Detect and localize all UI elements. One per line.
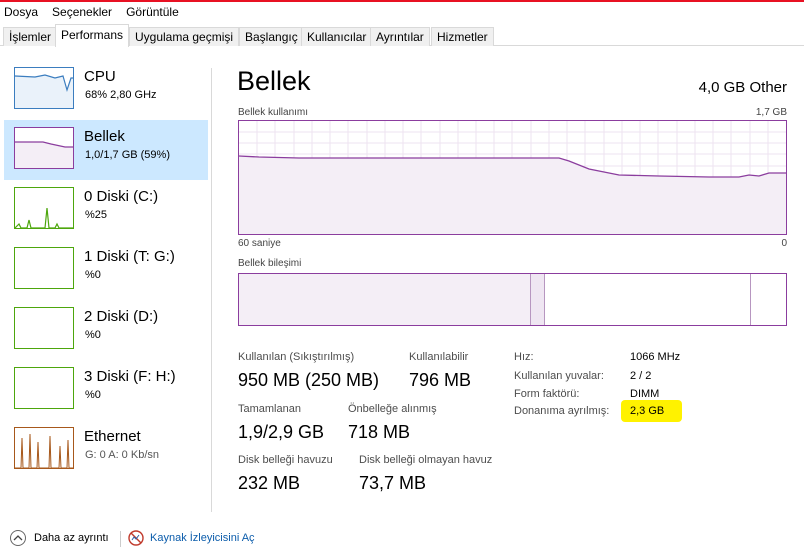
cpu-graph-icon	[14, 67, 74, 109]
available-value: 796 MB	[409, 370, 472, 390]
resource-monitor-label: Kaynak İzleyicisini Aç	[150, 532, 255, 544]
tab-app-history[interactable]: Uygulama geçmişi	[129, 27, 240, 46]
tab-bar: İşlemler Performans Uygulama geçmişi Baş…	[0, 24, 804, 47]
sidebar-item-sublabel: G: 0 A: 0 Kb/sn	[85, 449, 159, 461]
tab-details[interactable]: Ayrıntılar	[370, 27, 430, 46]
in-use-label: Kullanılan (Sıkıştırılmış)	[238, 351, 355, 363]
composition-in-use	[239, 274, 530, 325]
slots-label: Kullanılan yuvalar:	[514, 370, 604, 382]
sidebar-item-sublabel: %0	[85, 269, 101, 281]
nonpaged-pool-label: Disk belleği olmayan havuz	[359, 454, 493, 466]
sidebar-item-label: 2 Diski (D:)	[84, 308, 159, 325]
sidebar-item-label: 1 Diski (T: G:)	[84, 248, 175, 265]
hardware-reserved-label: Donanıma ayrılmış:	[514, 405, 610, 417]
network-graph-icon	[14, 427, 74, 469]
memory-graph-icon	[14, 127, 74, 169]
disk-graph-icon	[14, 247, 74, 289]
cached-value: 718 MB	[348, 422, 411, 442]
tab-processes[interactable]: İşlemler	[3, 27, 58, 46]
footer-divider	[120, 531, 121, 547]
disk-0-thumbnail	[15, 207, 73, 228]
composition-standby-divider	[750, 274, 751, 325]
composition-modified	[530, 274, 545, 325]
cpu-thumbnail	[15, 74, 73, 108]
sidebar-item-ethernet[interactable]: Ethernet G: 0 A: 0 Kb/sn	[4, 420, 208, 480]
page-title: Bellek	[237, 66, 311, 96]
fewer-details-button[interactable]: Daha az ayrıntı	[10, 530, 109, 546]
usage-graph-label: Bellek kullanımı	[238, 107, 309, 118]
menu-file[interactable]: Dosya	[4, 5, 38, 19]
sidebar-item-disk-3[interactable]: 3 Diski (F: H:) %0	[4, 360, 208, 420]
sidebar-divider	[211, 68, 212, 512]
menu-bar: Dosya Seçenekler Görüntüle	[0, 2, 804, 22]
disk-graph-icon	[14, 307, 74, 349]
time-axis-right: 0	[781, 238, 787, 249]
sidebar-item-memory[interactable]: Bellek 1,0/1,7 GB (59%)	[4, 120, 208, 180]
sidebar-item-label: 3 Diski (F: H:)	[84, 368, 176, 385]
paged-pool-value: 232 MB	[238, 473, 301, 493]
memory-thumbnail	[15, 141, 73, 168]
sidebar-item-cpu[interactable]: CPU 68% 2,80 GHz	[4, 60, 208, 120]
sidebar-item-sublabel: %25	[85, 209, 108, 221]
committed-value: 1,9/2,9 GB	[238, 422, 325, 442]
hardware-reserved-value: 2,3 GB	[630, 405, 665, 417]
ethernet-thumbnail	[15, 433, 73, 468]
tab-performance[interactable]: Performans	[55, 24, 130, 47]
available-label: Kullanılabilir	[409, 351, 469, 363]
in-use-value: 950 MB (250 MB)	[238, 370, 380, 390]
sidebar-item-disk-0[interactable]: 0 Diski (C:) %25	[4, 180, 208, 240]
speed-value: 1066 MHz	[630, 351, 681, 363]
tab-users[interactable]: Kullanıcılar	[301, 27, 373, 46]
memory-composition-bar	[238, 273, 787, 326]
fewer-details-label: Daha az ayrıntı	[34, 532, 109, 544]
usage-graph-max: 1,7 GB	[755, 107, 787, 118]
open-resource-monitor-link[interactable]: Kaynak İzleyicisini Aç	[128, 530, 255, 546]
disk-graph-icon	[14, 367, 74, 409]
sidebar-item-sublabel: %0	[85, 389, 101, 401]
paged-pool-label: Disk belleği havuzu	[238, 454, 333, 466]
sidebar-item-label: 0 Diski (C:)	[84, 188, 159, 205]
form-factor-label: Form faktörü:	[514, 388, 580, 400]
sidebar-item-label: Bellek	[84, 128, 125, 145]
composition-label: Bellek bileşimi	[238, 258, 302, 269]
memory-usage-chart	[238, 121, 786, 234]
menu-options[interactable]: Seçenekler	[52, 5, 112, 19]
sidebar-item-disk-1[interactable]: 1 Diski (T: G:) %0	[4, 240, 208, 300]
time-axis-left: 60 saniye	[238, 238, 281, 249]
disk-graph-icon	[14, 187, 74, 229]
sidebar-item-label: CPU	[84, 68, 116, 85]
cached-label: Önbelleğe alınmış	[348, 403, 437, 415]
tab-startup[interactable]: Başlangıç	[239, 27, 304, 46]
nonpaged-pool-value: 73,7 MB	[359, 473, 427, 493]
sidebar-item-sublabel: 1,0/1,7 GB (59%)	[85, 149, 170, 161]
tab-services[interactable]: Hizmetler	[431, 27, 494, 46]
device-name: 4,0 GB Other	[698, 79, 787, 96]
sidebar-item-disk-2[interactable]: 2 Diski (D:) %0	[4, 300, 208, 360]
memory-usage-graph	[238, 120, 787, 235]
footer-bar: Daha az ayrıntı Kaynak İzleyicisini Aç	[0, 525, 804, 559]
resource-monitor-icon	[128, 530, 144, 546]
menu-view[interactable]: Görüntüle	[126, 5, 179, 19]
sidebar-item-label: Ethernet	[84, 428, 141, 445]
chevron-up-icon	[10, 530, 26, 546]
sidebar-item-sublabel: 68% 2,80 GHz	[85, 89, 157, 101]
form-factor-value: DIMM	[630, 388, 660, 400]
committed-label: Tamamlanan	[238, 403, 301, 415]
sidebar-item-sublabel: %0	[85, 329, 101, 341]
speed-label: Hız:	[514, 351, 534, 363]
resource-sidebar: CPU 68% 2,80 GHz Bellek 1,0/1,7 GB (59%)…	[0, 60, 210, 525]
slots-value: 2 / 2	[630, 370, 652, 382]
